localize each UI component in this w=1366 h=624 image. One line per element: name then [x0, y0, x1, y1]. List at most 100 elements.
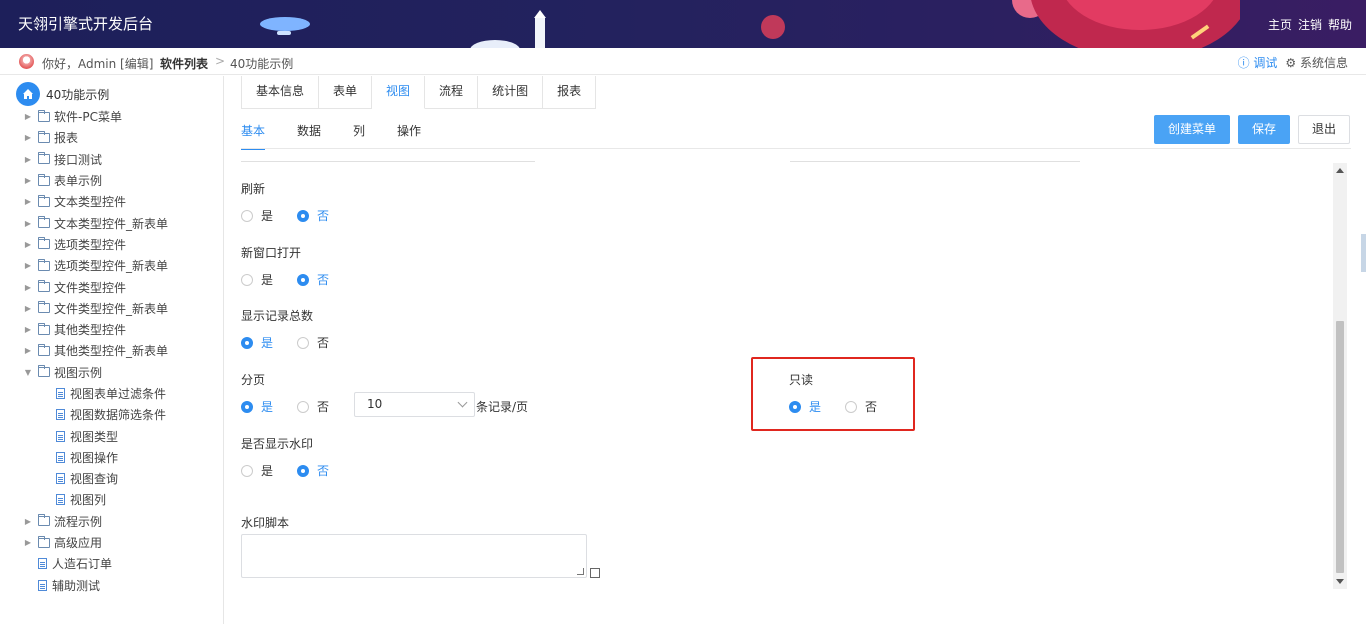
tree-item[interactable]: ▶ 软件-PC菜单 — [0, 106, 224, 127]
home-link[interactable]: 主页 — [1268, 16, 1292, 33]
folder-icon — [38, 514, 50, 527]
home-icon — [16, 82, 40, 106]
tab-top[interactable]: 表单 — [319, 76, 373, 109]
tree-item[interactable]: ▶ 文本类型控件_新表单 — [0, 212, 224, 233]
tab-sub[interactable]: 基本 — [241, 120, 266, 150]
tree-item[interactable]: 视图操作 — [0, 447, 224, 468]
tree-item[interactable]: ▶ 文件类型控件_新表单 — [0, 298, 224, 319]
tree-item-label: 其他类型控件 — [54, 323, 127, 338]
tree-item[interactable]: ▶ 其他类型控件 — [0, 319, 224, 340]
radio-dot-icon — [241, 209, 253, 222]
folder-icon — [38, 152, 50, 165]
caret-right-icon[interactable]: ▶ — [24, 517, 32, 526]
caret-right-icon[interactable]: ▶ — [24, 176, 32, 185]
caret-right-icon[interactable]: ▶ — [24, 304, 32, 313]
new-window-no-radio[interactable]: 否 — [297, 271, 329, 288]
tree-item[interactable]: ▶ 流程示例 — [0, 511, 224, 532]
main-panel: 基本信息 表单 视图 流程 统计图 报表 基本 数据 列 操作 创建菜单 保存 退出 刷新 是 … — [225, 76, 1366, 624]
tab-top[interactable]: 视图 — [372, 76, 426, 109]
tab-top[interactable]: 统计图 — [478, 76, 544, 109]
tree-item[interactable]: ▶ 高级应用 — [0, 532, 224, 553]
radio-dot-icon — [297, 464, 310, 477]
scroll-thumb[interactable] — [1336, 321, 1344, 573]
tab-top[interactable]: 基本信息 — [242, 76, 320, 109]
debug-link[interactable]: ⓘ 调试 — [1238, 54, 1278, 71]
show-total-yes-radio[interactable]: 是 — [241, 334, 273, 351]
page-size-select[interactable]: 10 — [354, 392, 475, 417]
side-edge-handle[interactable] — [1361, 234, 1366, 272]
show-total-label: 显示记录总数 — [241, 309, 314, 323]
tree-item[interactable]: 视图列 — [0, 489, 224, 510]
caret-right-icon[interactable]: ▶ — [24, 112, 32, 121]
tree-item[interactable]: ▶ 报表 — [0, 127, 224, 148]
caret-right-icon[interactable]: ▶ — [24, 133, 32, 142]
help-link[interactable]: 帮助 — [1328, 16, 1352, 33]
caret-right-icon[interactable]: ▶ — [24, 219, 32, 228]
edit-icon[interactable] — [590, 568, 600, 578]
tree-item[interactable]: ▶ 接口测试 — [0, 149, 224, 170]
tab-top[interactable]: 流程 — [425, 76, 479, 109]
radio-label: 否 — [317, 400, 330, 414]
system-info-link[interactable]: ⚙ 系统信息 — [1285, 54, 1348, 71]
watermark-yes-radio[interactable]: 是 — [241, 462, 273, 479]
tree-item[interactable]: ▶ 文本类型控件 — [0, 191, 224, 212]
caret-right-icon[interactable]: ▶ — [24, 325, 32, 334]
refresh-yes-radio[interactable]: 是 — [241, 207, 273, 224]
new-window-yes-radio[interactable]: 是 — [241, 271, 273, 288]
caret-right-icon[interactable]: ▶ — [24, 261, 32, 270]
tab-sub[interactable]: 列 — [353, 120, 365, 150]
user-greeting[interactable]: 你好，Admin [编辑] — [42, 55, 153, 72]
tree-item[interactable]: ▶ 表单示例 — [0, 170, 224, 191]
caret-right-icon[interactable]: ▶ — [24, 283, 32, 292]
tab-top[interactable]: 报表 — [543, 76, 597, 109]
caret-right-icon[interactable]: ▶ — [24, 538, 32, 547]
tab-sub[interactable]: 操作 — [397, 120, 421, 150]
tree-item-label: 人造石订单 — [52, 557, 113, 572]
tree-item[interactable]: ▶ 其他类型控件_新表单 — [0, 340, 224, 361]
create-menu-button[interactable]: 创建菜单 — [1153, 115, 1230, 144]
tree-root[interactable]: 40功能示例 — [16, 82, 109, 106]
watermark-radio-group: 是 否 — [241, 462, 353, 479]
save-button[interactable]: 保存 — [1237, 115, 1290, 144]
file-icon — [38, 579, 47, 591]
logout-link[interactable]: 注销 — [1298, 16, 1322, 33]
tree-item[interactable]: 视图类型 — [0, 425, 224, 446]
tree-item-label: 视图列 — [70, 493, 107, 508]
caret-right-icon[interactable]: ▶ — [24, 240, 32, 249]
scroll-down-icon[interactable] — [1336, 579, 1344, 584]
caret-right-icon[interactable]: ▶ — [24, 197, 32, 206]
refresh-no-radio[interactable]: 否 — [297, 207, 329, 224]
file-icon — [56, 494, 65, 506]
radio-dot-icon — [241, 400, 253, 413]
exit-button[interactable]: 退出 — [1297, 115, 1350, 144]
paging-no-radio[interactable]: 否 — [297, 398, 329, 415]
tree-item[interactable]: ▼ 视图示例 — [0, 362, 224, 383]
caret-right-icon[interactable]: ▶ — [24, 346, 32, 355]
folder-icon — [38, 535, 50, 548]
watermark-script-textarea[interactable] — [241, 534, 587, 578]
caret-down-icon[interactable]: ▼ — [24, 368, 32, 377]
paging-yes-radio[interactable]: 是 — [241, 398, 273, 415]
scroll-up-icon[interactable] — [1336, 168, 1344, 173]
radio-dot-icon — [241, 464, 253, 477]
tree-item-label: 表单示例 — [54, 174, 103, 189]
page-size-value: 10 — [367, 397, 383, 411]
action-buttons: 创建菜单 保存 退出 — [1153, 115, 1350, 144]
tree-item[interactable]: ▶ 选项类型控件 — [0, 234, 224, 255]
tree-item[interactable]: 辅助测试 — [0, 575, 224, 596]
tree-item[interactable]: ▶ 选项类型控件_新表单 — [0, 255, 224, 276]
tree-item[interactable]: ▶ 文件类型控件 — [0, 276, 224, 297]
tree-item[interactable]: 人造石订单 — [0, 553, 224, 574]
content-scrollbar[interactable] — [1333, 163, 1347, 589]
resize-handle-icon[interactable] — [577, 568, 584, 575]
tree-item[interactable]: 视图表单过滤条件 — [0, 383, 224, 404]
watermark-no-radio[interactable]: 否 — [297, 462, 329, 479]
caret-right-icon[interactable]: ▶ — [24, 155, 32, 164]
folder-icon — [38, 216, 50, 229]
breadcrumb-software-list[interactable]: 软件列表 — [160, 55, 208, 72]
tab-sub[interactable]: 数据 — [297, 120, 321, 150]
highlight-box — [751, 357, 915, 431]
show-total-no-radio[interactable]: 否 — [297, 334, 329, 351]
tree-item[interactable]: 视图查询 — [0, 468, 224, 489]
tree-item[interactable]: 视图数据筛选条件 — [0, 404, 224, 425]
